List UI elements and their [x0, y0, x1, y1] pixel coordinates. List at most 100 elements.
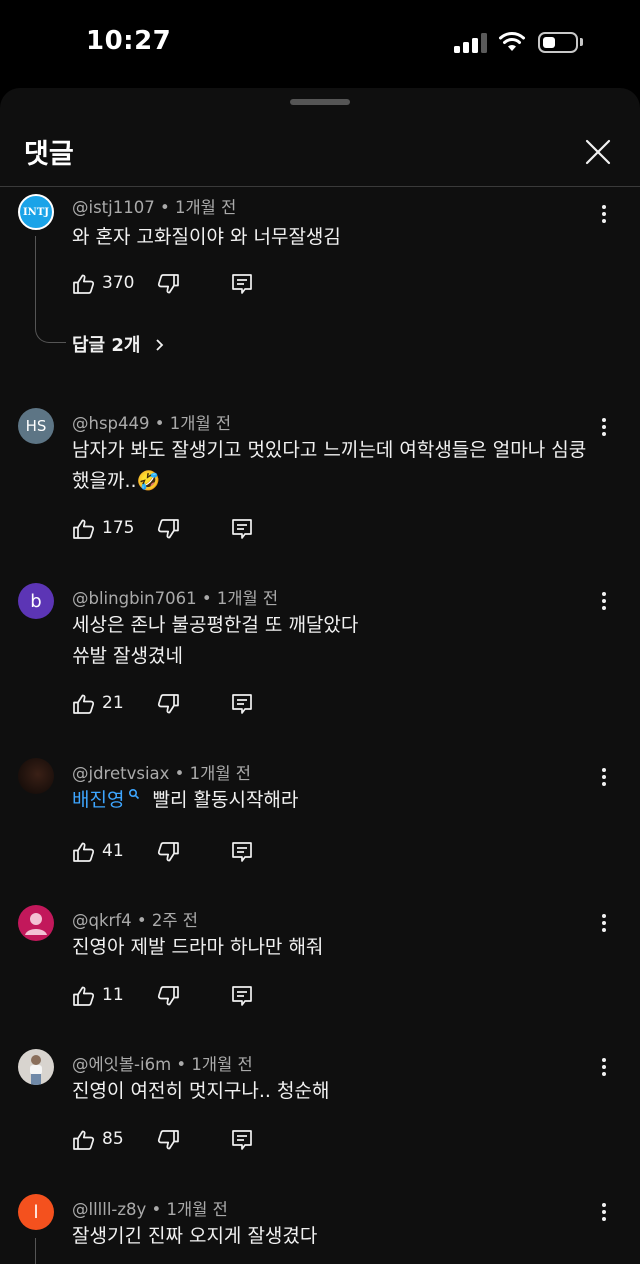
- sheet-title: 댓글: [24, 139, 74, 170]
- comment-time: 1개월 전: [166, 1200, 228, 1219]
- more-options-icon[interactable]: [592, 1055, 616, 1079]
- comment-author[interactable]: @istj1107: [72, 198, 155, 217]
- mention-label: 배진영: [72, 789, 125, 811]
- avatar[interactable]: INTJ: [18, 194, 54, 230]
- comment-time: 1개월 전: [189, 764, 251, 783]
- comment-meta: @jdretvsiax • 1개월 전: [72, 764, 251, 783]
- comment-text: 와 혼자 고화질이야 와 너무잘생김: [72, 226, 341, 248]
- more-options-icon[interactable]: [592, 202, 616, 226]
- thumbs-down-icon[interactable]: [156, 692, 180, 716]
- comment-meta: @qkrf4 • 2주 전: [72, 911, 198, 930]
- thumbs-up-icon[interactable]: [72, 272, 96, 296]
- profile-photo-icon: [30, 1055, 42, 1085]
- thumbs-up-icon[interactable]: [72, 1128, 96, 1152]
- comment-meta: @hsp449 • 1개월 전: [72, 414, 232, 433]
- comment-actions: 370: [72, 272, 272, 300]
- comment-author[interactable]: @jdretvsiax: [72, 764, 169, 783]
- comment-author[interactable]: @lllll-z8y: [72, 1200, 146, 1219]
- close-icon[interactable]: [582, 136, 614, 168]
- comment-item: INTJ @istj1107 • 1개월 전 와 혼자 고화질이야 와 너무잘생…: [0, 192, 640, 382]
- search-icon: [129, 788, 140, 800]
- comment-actions: 11: [72, 984, 272, 1012]
- status-time: 10:27: [86, 26, 172, 56]
- comment-text-body: 빨리 활동시작해라: [152, 789, 299, 811]
- battery-tip: [580, 38, 583, 46]
- avatar[interactable]: [18, 905, 54, 941]
- comment-item: b @blingbin7061 • 1개월 전 세상은 존나 불공평한걸 또 깨…: [0, 583, 640, 723]
- avatar-label: INTJ: [23, 206, 49, 218]
- thumbs-up-icon[interactable]: [72, 840, 96, 864]
- comment-time: 2주 전: [151, 911, 198, 930]
- comment-meta: @에잇볼-i6m • 1개월 전: [72, 1055, 253, 1074]
- status-bar: 10:27: [0, 0, 640, 88]
- comment-actions: 85: [72, 1128, 272, 1156]
- comment-item: @에잇볼-i6m • 1개월 전 진영이 여전히 멋지구나.. 청순해 85: [0, 1049, 640, 1159]
- like-count: 85: [102, 1129, 124, 1149]
- thumbs-down-icon[interactable]: [156, 1128, 180, 1152]
- header-divider: [0, 186, 640, 187]
- comment-author[interactable]: @에잇볼-i6m: [72, 1055, 171, 1074]
- more-options-icon[interactable]: [592, 765, 616, 789]
- comment-text-line: 쓔발 잘생겼네: [72, 645, 183, 667]
- comment-text: 배진영 빨리 활동시작해라: [72, 785, 602, 816]
- like-count: 175: [102, 518, 135, 538]
- comment-time: 1개월 전: [174, 198, 237, 217]
- thumbs-down-icon[interactable]: [156, 984, 180, 1008]
- default-user-icon: [25, 913, 47, 935]
- more-options-icon[interactable]: [592, 1200, 616, 1224]
- chevron-right-icon: [156, 339, 164, 351]
- comment-author[interactable]: @hsp449: [72, 414, 150, 433]
- comment-time: 1개월 전: [191, 1055, 253, 1074]
- avatar[interactable]: [18, 1049, 54, 1085]
- comment-text: 잘생기긴 진짜 오지게 잘생겼다: [72, 1225, 318, 1247]
- reply-icon[interactable]: [230, 1128, 254, 1152]
- wifi-icon: [499, 32, 525, 51]
- reply-icon[interactable]: [230, 840, 254, 864]
- avatar-label: HS: [25, 417, 47, 435]
- mention-link[interactable]: 배진영: [72, 788, 140, 811]
- comment-meta: @istj1107 • 1개월 전: [72, 198, 237, 217]
- comment-time: 1개월 전: [216, 589, 279, 608]
- thumbs-up-icon[interactable]: [72, 692, 96, 716]
- reply-icon[interactable]: [230, 517, 254, 541]
- comment-meta: @blingbin7061 • 1개월 전: [72, 589, 279, 608]
- reply-icon[interactable]: [230, 692, 254, 716]
- sheet-drag-handle[interactable]: [290, 99, 350, 105]
- thumbs-down-icon[interactable]: [156, 517, 180, 541]
- thumbs-up-icon[interactable]: [72, 984, 96, 1008]
- avatar[interactable]: [18, 758, 54, 794]
- comment-actions: 41: [72, 840, 272, 868]
- avatar[interactable]: l: [18, 1194, 54, 1230]
- more-options-icon[interactable]: [592, 911, 616, 935]
- comment-text: 남자가 봐도 잘생기고 멋있다고 느끼는데 여학생들은 얼마나 심쿵 했을까..…: [72, 435, 602, 497]
- comment-text: 세상은 존나 불공평한걸 또 깨달았다 쓔발 잘생겼네: [72, 610, 602, 672]
- thread-line: [35, 1238, 36, 1264]
- like-count: 41: [102, 841, 124, 861]
- battery-icon: [538, 32, 578, 53]
- view-replies-button[interactable]: 답글 2개: [72, 331, 167, 357]
- comments-sheet: 댓글 INTJ @istj1107 • 1개월 전 와 혼자 고화질이야 와 너…: [0, 88, 640, 1264]
- comment-actions: 21: [72, 692, 272, 720]
- comment-text-line: 남자가 봐도 잘생기고 멋있다고 느끼는데 여학생들은 얼마나 심쿵: [72, 439, 587, 461]
- comment-text-line: 했을까..🤣: [72, 470, 161, 492]
- more-options-icon[interactable]: [592, 415, 616, 439]
- thumbs-up-icon[interactable]: [72, 517, 96, 541]
- more-options-icon[interactable]: [592, 589, 616, 613]
- avatar[interactable]: b: [18, 583, 54, 619]
- thumbs-down-icon[interactable]: [156, 272, 180, 296]
- comment-author[interactable]: @qkrf4: [72, 911, 132, 930]
- comment-item: l @lllll-z8y • 1개월 전 잘생기긴 진짜 오지게 잘생겼다: [0, 1194, 640, 1264]
- comment-item: @jdretvsiax • 1개월 전 배진영 빨리 활동시작해라 41: [0, 758, 640, 868]
- comment-meta: @lllll-z8y • 1개월 전: [72, 1200, 228, 1219]
- like-count: 21: [102, 693, 124, 713]
- avatar-label: l: [33, 1201, 39, 1223]
- reply-icon[interactable]: [230, 984, 254, 1008]
- comment-author[interactable]: @blingbin7061: [72, 589, 197, 608]
- thread-line: [35, 236, 66, 343]
- comment-item: HS @hsp449 • 1개월 전 남자가 봐도 잘생기고 멋있다고 느끼는데…: [0, 408, 640, 548]
- thumbs-down-icon[interactable]: [156, 840, 180, 864]
- reply-icon[interactable]: [230, 272, 254, 296]
- avatar[interactable]: HS: [18, 408, 54, 444]
- replies-label: 답글 2개: [72, 335, 141, 356]
- comment-item: @qkrf4 • 2주 전 진영아 제발 드라마 하나만 해줘 11: [0, 905, 640, 1015]
